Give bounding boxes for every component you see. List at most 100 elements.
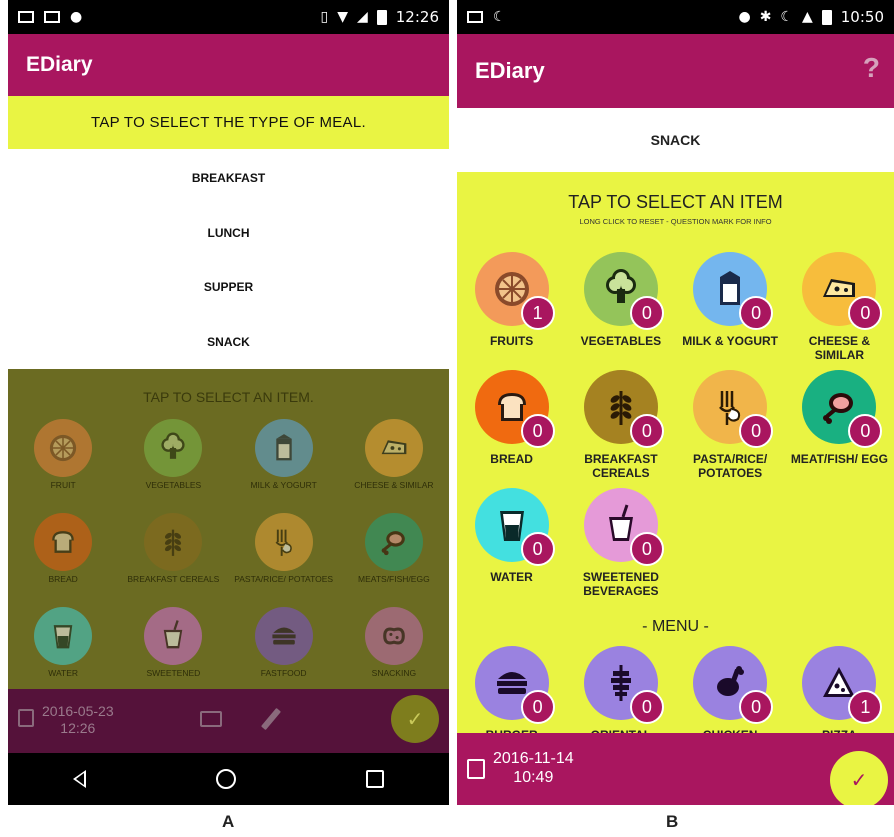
dimmed-food-item: FRUIT — [8, 419, 118, 507]
bluetooth-icon: ✱ — [759, 9, 772, 25]
status-time: 10:50 — [840, 8, 884, 26]
food-item-water[interactable]: 0 WATER — [457, 488, 566, 606]
food-item-fruit[interactable]: 1 FRUITS — [457, 252, 566, 370]
status-time: 12:26 — [395, 8, 439, 26]
food-item-circle[interactable]: 0 — [474, 370, 555, 448]
screen-a: ● ▯ ▼ ◢ 12:26 EDiary TAP TO SELECT THE T… — [8, 0, 449, 805]
confirm-button[interactable]: ✓ — [830, 751, 888, 805]
food-item-label: WATER — [490, 570, 533, 584]
food-item-circle[interactable]: 1 — [474, 252, 555, 330]
dimmed-food-item: SNACKING — [339, 607, 449, 695]
food-item-label: BREAD — [490, 452, 533, 466]
vibrate-icon: ▯ — [320, 9, 329, 25]
dimmed-item-circle — [254, 607, 313, 665]
dimmed-item-circle — [144, 419, 203, 477]
snacking-icon — [383, 627, 405, 645]
app-title: EDiary — [26, 53, 93, 76]
food-item-bread[interactable]: 0 BREAD — [457, 370, 566, 488]
dimmed-item-label: VEGETABLES — [145, 480, 202, 490]
fruit-icon — [49, 434, 77, 462]
meal-option-supper[interactable]: SUPPER — [8, 260, 449, 315]
food-item-label: PASTA/RICE/ POTATOES — [693, 452, 768, 481]
food-item-pasta[interactable]: 0 PASTA/RICE/ POTATOES — [676, 370, 785, 488]
count-badge: 0 — [739, 296, 774, 330]
wifi-icon: ▼ — [337, 9, 348, 25]
fastfood-icon — [272, 627, 296, 645]
dimmed-item-circle — [254, 419, 313, 477]
meal-option-breakfast[interactable]: BREAKFAST — [8, 151, 449, 206]
battery-icon — [376, 9, 387, 25]
dimmed-item-circle — [364, 607, 423, 665]
count-badge: 0 — [629, 296, 664, 330]
android-icon: ● — [70, 9, 83, 25]
food-item-circle[interactable]: 0 — [583, 488, 664, 566]
dimmed-item-label: FASTFOOD — [260, 668, 307, 678]
food-item-circle[interactable]: 0 — [583, 370, 664, 448]
food-item-meat[interactable]: 0 MEAT/FISH/ EGG — [785, 370, 894, 488]
count-badge: 1 — [848, 690, 883, 724]
count-badge: 0 — [520, 414, 555, 448]
food-item-circle[interactable]: 0 — [583, 252, 664, 330]
back-icon[interactable] — [73, 770, 86, 788]
count-badge: 0 — [848, 414, 883, 448]
food-item-vegetables[interactable]: 0 VEGETABLES — [566, 252, 675, 370]
milk-icon — [275, 434, 292, 461]
count-badge: 0 — [629, 690, 664, 724]
food-item-sweetened[interactable]: 0 SWEETENED BEVERAGES — [566, 488, 675, 606]
app-title: EDiary — [475, 58, 545, 83]
status-bar: ● ▯ ▼ ◢ 12:26 — [8, 0, 449, 34]
camera-icon[interactable] — [200, 711, 222, 727]
screen-b: ☾ ● ✱ ☾ ▲ 10:50 EDiary ? SNACK TAP TO SE… — [457, 0, 894, 805]
recent-apps-icon[interactable] — [366, 770, 384, 788]
home-icon[interactable] — [216, 769, 236, 789]
food-item-circle[interactable]: 0 — [474, 488, 555, 566]
count-badge: 0 — [629, 532, 664, 566]
selected-meal-type[interactable]: SNACK — [457, 108, 894, 172]
meal-option-lunch[interactable]: LUNCH — [8, 206, 449, 261]
pasta-icon — [275, 529, 292, 556]
food-item-circle[interactable]: 0 — [693, 252, 774, 330]
food-item-circle[interactable]: 0 — [802, 370, 883, 448]
dimmed-food-item: SWEETENED — [118, 607, 228, 695]
meal-type-list: BREAKFAST LUNCH SUPPER SNACK — [8, 151, 449, 369]
datetime-display[interactable]: 2016-05-23 12:26 — [18, 703, 114, 737]
time-text: 12:26 — [60, 719, 96, 736]
dimmed-item-label: PASTA/RICE/ POTATOES — [234, 574, 334, 584]
sweetened-icon — [164, 620, 183, 649]
food-item-label: MEAT/FISH/ EGG — [790, 452, 888, 466]
signal-icon: ▲ — [801, 9, 813, 25]
food-item-cheese[interactable]: 0 CHEESE & SIMILAR — [785, 252, 894, 370]
cereals-icon — [165, 529, 182, 556]
food-item-circle[interactable]: 0 — [474, 646, 555, 724]
meal-option-snack[interactable]: SNACK — [8, 315, 449, 370]
signal-icon: ◢ — [356, 9, 368, 25]
food-item-cereals[interactable]: 0 BREAKFAST CEREALS — [566, 370, 675, 488]
food-item-circle[interactable]: 0 — [693, 370, 774, 448]
food-item-circle[interactable]: 0 — [802, 252, 883, 330]
food-item-circle[interactable]: 1 — [802, 646, 883, 724]
dimmed-item-label: SWEETENED — [146, 668, 201, 678]
location-icon: ● — [738, 9, 751, 25]
dimmed-food-item: MEATS/FISH/EGG — [339, 513, 449, 601]
food-item-circle[interactable]: 0 — [693, 646, 774, 724]
pencil-icon[interactable] — [260, 707, 282, 731]
panel-label-a: A — [222, 812, 235, 831]
bottom-bar: 2016-11-14 10:49 ✓ — [457, 733, 894, 805]
moon-icon: ☾ — [493, 9, 506, 25]
moon-icon: ☾ — [780, 9, 793, 25]
confirm-button[interactable]: ✓ — [391, 695, 439, 743]
bottom-bar: 2016-05-23 12:26 ✓ — [8, 689, 449, 753]
count-badge: 0 — [848, 296, 883, 330]
help-button[interactable]: ? — [863, 52, 880, 84]
food-item-circle[interactable]: 0 — [583, 646, 664, 724]
count-badge: 0 — [739, 414, 774, 448]
dimmed-item-label: WATER — [48, 668, 78, 678]
food-item-label: FRUITS — [489, 334, 534, 348]
datetime-display[interactable]: 2016-11-14 10:49 — [467, 749, 574, 787]
dimmed-item-label: MEATS/FISH/EGG — [358, 574, 430, 584]
count-badge: 1 — [520, 296, 555, 330]
water-icon — [53, 625, 73, 649]
system-nav-bar — [8, 753, 449, 805]
meal-prompt: TAP TO SELECT THE TYPE OF MEAL. — [8, 96, 449, 149]
food-item-milk[interactable]: 0 MILK & YOGURT — [676, 252, 785, 370]
